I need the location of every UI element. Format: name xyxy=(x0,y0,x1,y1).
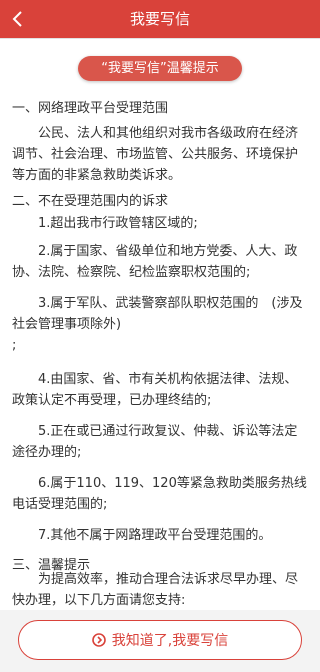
section-2-title: 二、不在受理范围内的诉求 xyxy=(12,194,169,209)
acknowledge-write-button[interactable]: 我知道了,我要写信 xyxy=(18,620,302,660)
acknowledge-write-label: 我知道了,我要写信 xyxy=(111,633,229,649)
footer-bar: 我知道了,我要写信 xyxy=(0,610,320,672)
list-item-3-tail: ; xyxy=(12,338,17,353)
notice-card: “我要写信”温馨提示 一、网络理政平台受理范围 公民、法人和其他组织对我市各级政… xyxy=(0,38,320,610)
section-3-body: 为提高效率，推动合理合法诉求尽早办理、尽快办理，以下几方面请您支持: xyxy=(12,572,299,608)
list-item-6: 6.属于110、119、120等紧急救助类服务热线电话受理范围的; xyxy=(12,476,307,512)
list-item-4: 4.由国家、省、市有关机构依据法律、法规、政策认定不再受理，已办理终结的; xyxy=(12,372,298,408)
section-1-body: 公民、法人和其他组织对我市各级政府在经济调节、社会治理、市场监管、公共服务、环境… xyxy=(12,126,299,183)
list-item-5: 5.正在或已通过行政复议、仲裁、诉讼等法定途径办理的; xyxy=(12,424,298,460)
notice-title-pill: “我要写信”温馨提示 xyxy=(78,56,242,81)
list-item-2: 2.属于国家、省级单位和地方党委、人大、政协、法院、检察院、纪检监察职权范围的; xyxy=(12,244,298,280)
chevron-right-circle-icon xyxy=(91,633,106,647)
list-item-1: 1.超出我市行政管辖区域的; xyxy=(38,216,198,231)
header-bar: 我要写信 xyxy=(0,0,320,38)
section-1-title: 一、网络理政平台受理范围 xyxy=(12,101,169,116)
list-item-7: 7.其他不属于网路理政平台受理范围的。 xyxy=(38,528,272,543)
list-item-3: 3.属于军队、武装警察部队职权范围的 (涉及社会管理事项除外) xyxy=(12,296,303,332)
page-title: 我要写信 xyxy=(129,10,190,28)
